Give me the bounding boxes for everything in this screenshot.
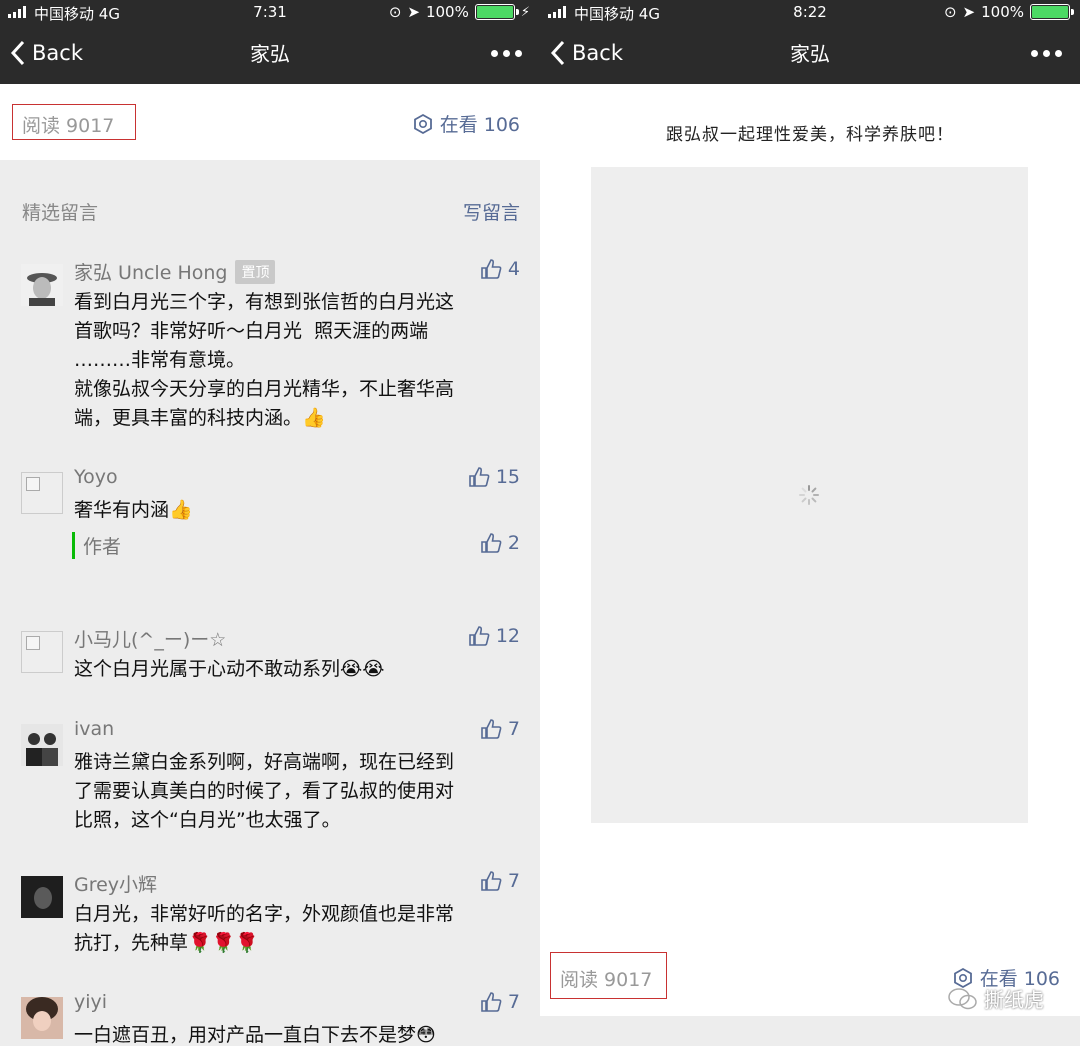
read-count: 阅读 9017 (550, 952, 667, 999)
like-button[interactable]: 15 (468, 466, 520, 488)
like-count: 15 (495, 466, 520, 488)
thumbs-up-icon (469, 467, 490, 487)
thumbs-up-icon (481, 719, 502, 739)
battery-icon (1030, 4, 1074, 20)
avatar[interactable] (21, 876, 63, 918)
write-comment-button[interactable]: 写留言 (463, 198, 520, 225)
comment-text: 一白遮百丑，用对产品一直白下去不是梦😳 (74, 1024, 436, 1046)
pinned-badge: 置顶 (235, 259, 276, 284)
avatar[interactable] (21, 724, 63, 766)
comment-author: 小马儿(^_ー)ー☆ (74, 629, 227, 651)
loading-spinner-icon (799, 485, 819, 505)
like-button[interactable]: 12 (468, 625, 520, 647)
comment-text: 白月光，非常好听的名字，外观颜值也是非常 抗打，先种草🌹🌹🌹 (74, 903, 455, 954)
status-bar: 中国移动 4G 7:31 ⊙ ➤ 100% ⚡ (0, 0, 540, 26)
reply-like-button[interactable]: 2 (480, 532, 520, 554)
like-count: 2 (507, 532, 520, 554)
comment-author: ivan (74, 718, 115, 740)
read-count: 阅读 9017 (12, 104, 136, 140)
comment-author: Grey小辉 (74, 874, 158, 896)
like-count: 12 (495, 625, 520, 647)
wechat-icon (948, 987, 977, 1009)
lock-rotation-icon: ⊙ (943, 3, 957, 21)
nav-title: 家弘 (790, 42, 830, 66)
watching-button[interactable]: 在看 106 (412, 110, 520, 137)
avatar[interactable] (21, 997, 63, 1039)
charging-icon: ⚡ (520, 4, 530, 20)
like-count: 7 (507, 718, 520, 740)
article-slogan: 跟弘叔一起理性爱美，科学养肤吧！ (666, 125, 954, 145)
more-menu-icon[interactable] (491, 50, 522, 57)
author-reply-label: 作者 (72, 532, 121, 559)
battery-label: 100% (981, 3, 1024, 21)
battery-icon (474, 4, 519, 20)
more-menu-icon[interactable] (1031, 50, 1062, 57)
left-screenshot: 中国移动 4G 7:31 ⊙ ➤ 100% ⚡ Back 家弘 阅读 9017 … (0, 0, 540, 1046)
thumbs-up-icon (481, 992, 502, 1012)
right-screenshot: 中国移动 4G 8:22 ⊙ ➤ 100% Back 家弘 跟弘叔一起理性爱美，… (540, 0, 1080, 1046)
featured-comments-title: 精选留言 (22, 202, 99, 224)
comment-author: Yoyo (74, 466, 118, 488)
top-bar: 中国移动 4G 8:22 ⊙ ➤ 100% Back 家弘 (540, 0, 1080, 84)
thumbs-up-icon (481, 871, 502, 891)
top-bar: 中国移动 4G 7:31 ⊙ ➤ 100% ⚡ Back 家弘 (0, 0, 540, 84)
comment-author: yiyi (74, 991, 108, 1013)
thumbs-up-icon (481, 259, 502, 279)
watching-icon (413, 113, 432, 134)
comment-text: 奢华有内涵👍 (74, 499, 193, 521)
comment-text: 看到白月光三个字，有想到张信哲的白月光这 首歌吗？非常好听～白月光 照天涯的两端… (74, 291, 455, 429)
thumbs-up-icon (481, 533, 502, 553)
like-button[interactable]: 4 (480, 258, 520, 280)
like-count: 4 (507, 258, 520, 280)
lock-rotation-icon: ⊙ (388, 3, 402, 21)
like-button[interactable]: 7 (480, 991, 520, 1013)
like-button[interactable]: 7 (480, 870, 520, 892)
nav-title: 家弘 (250, 42, 290, 66)
comment-author: 家弘 Uncle Hong 置顶 (74, 258, 276, 285)
battery-label: 100% (425, 3, 469, 21)
location-icon: ➤ (962, 3, 976, 21)
comment-text: 这个白月光属于心动不敢动系列😭😭 (74, 658, 385, 680)
like-count: 7 (507, 991, 520, 1013)
avatar[interactable] (21, 264, 63, 306)
like-button[interactable]: 7 (480, 718, 520, 740)
status-bar: 中国移动 4G 8:22 ⊙ ➤ 100% (540, 0, 1080, 26)
avatar[interactable] (21, 631, 63, 673)
thumbs-up-icon (469, 626, 490, 646)
watermark: 撕纸虎 (948, 984, 1044, 1013)
location-icon: ➤ (407, 3, 420, 21)
comment-text: 雅诗兰黛白金系列啊，好高端啊，现在已经到 了需要认真美白的时候了，看了弘叔的使用… (74, 751, 455, 831)
avatar[interactable] (21, 472, 63, 514)
footer-strip (540, 1016, 1080, 1046)
article-stats: 阅读 9017 在看 106 (0, 84, 540, 160)
like-count: 7 (507, 870, 520, 892)
